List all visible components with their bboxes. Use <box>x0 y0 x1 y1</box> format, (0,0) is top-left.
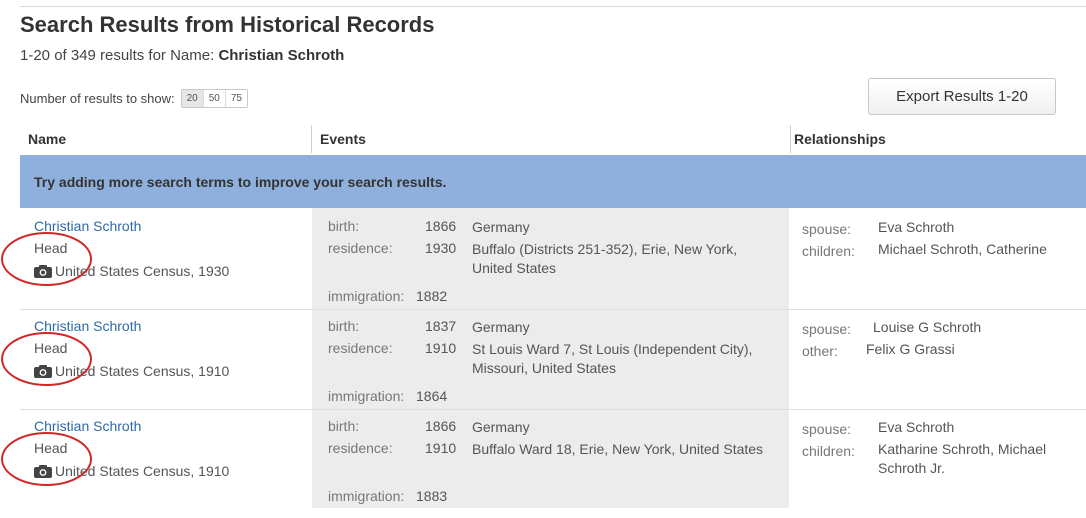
relationship-value: Eva Schroth <box>878 219 955 235</box>
search-tip-text: Try adding more search terms to improve … <box>34 173 447 190</box>
query-name: Christian Schroth <box>218 47 345 64</box>
annotation-circle <box>1 432 92 486</box>
annotation-circle <box>1 232 92 286</box>
event-place: Germany <box>472 219 530 235</box>
results-per-page: Number of results to show: 20 50 75 <box>20 89 248 108</box>
relationship-label: spouse: <box>802 421 852 437</box>
export-results-button[interactable]: Export Results 1-20 <box>868 78 1056 115</box>
results-count-50[interactable]: 50 <box>203 90 226 107</box>
event-year: 1864 <box>416 388 448 404</box>
event-place: Germany <box>472 319 530 335</box>
result-row: Christian Schroth Head United States Cen… <box>0 218 1086 318</box>
event-year: 1866 <box>425 218 457 234</box>
results-per-page-options: 20 50 75 <box>180 89 248 108</box>
relationship-label: children: <box>802 443 855 459</box>
column-header-name[interactable]: Name <box>28 131 66 147</box>
column-divider <box>790 125 791 153</box>
event-place: Buffalo (Districts 251-352), Erie, New Y… <box>472 241 738 276</box>
event-label: immigration: <box>328 288 405 304</box>
relationship-value: Felix G Grassi <box>866 341 955 357</box>
event-year: 1883 <box>416 488 448 504</box>
annotation-circle <box>1 332 92 386</box>
column-divider <box>311 125 312 153</box>
event-year: 1910 <box>425 340 457 356</box>
event-place: St Louis Ward 7, St Louis (Independent C… <box>472 341 753 376</box>
event-label: birth: <box>328 318 360 334</box>
event-place: Buffalo Ward 18, Erie, New York, United … <box>472 441 764 457</box>
results-summary: 1-20 of 349 results for Name: Christian … <box>20 47 344 64</box>
results-range-text: 1-20 of 349 results for Name: <box>20 47 215 64</box>
event-year: 1837 <box>425 318 457 334</box>
column-header-events[interactable]: Events <box>320 131 366 147</box>
event-label: residence: <box>328 440 393 456</box>
results-per-page-label: Number of results to show: <box>20 91 175 106</box>
event-place: Germany <box>472 419 530 435</box>
page-title: Search Results from Historical Records <box>20 12 435 37</box>
result-row: Christian Schroth Head United States Cen… <box>0 318 1086 418</box>
relationship-value: Katharine Schroth, Michael Schroth Jr. <box>878 441 1047 476</box>
search-tip-banner: Try adding more search terms to improve … <box>20 155 1086 208</box>
results-count-20[interactable]: 20 <box>181 90 204 107</box>
event-year: 1930 <box>425 240 457 256</box>
event-label: birth: <box>328 418 360 434</box>
relationship-label: spouse: <box>802 321 852 337</box>
results-count-75[interactable]: 75 <box>225 90 247 107</box>
relationship-label: other: <box>802 343 838 359</box>
event-label: immigration: <box>328 388 405 404</box>
event-label: residence: <box>328 240 393 256</box>
event-year: 1882 <box>416 288 448 304</box>
top-divider <box>20 6 1086 7</box>
column-header-relationships[interactable]: Relationships <box>794 131 886 147</box>
relationship-value: Louise G Schroth <box>873 319 982 335</box>
event-label: birth: <box>328 218 360 234</box>
relationship-label: spouse: <box>802 221 852 237</box>
relationship-label: children: <box>802 243 855 259</box>
event-year: 1866 <box>425 418 457 434</box>
relationship-value: Eva Schroth <box>878 419 955 435</box>
relationship-value: Michael Schroth, Catherine <box>878 241 1047 257</box>
event-label: immigration: <box>328 488 405 504</box>
event-year: 1910 <box>425 440 457 456</box>
event-label: residence: <box>328 340 393 356</box>
result-row: Christian Schroth Head United States Cen… <box>0 418 1086 518</box>
